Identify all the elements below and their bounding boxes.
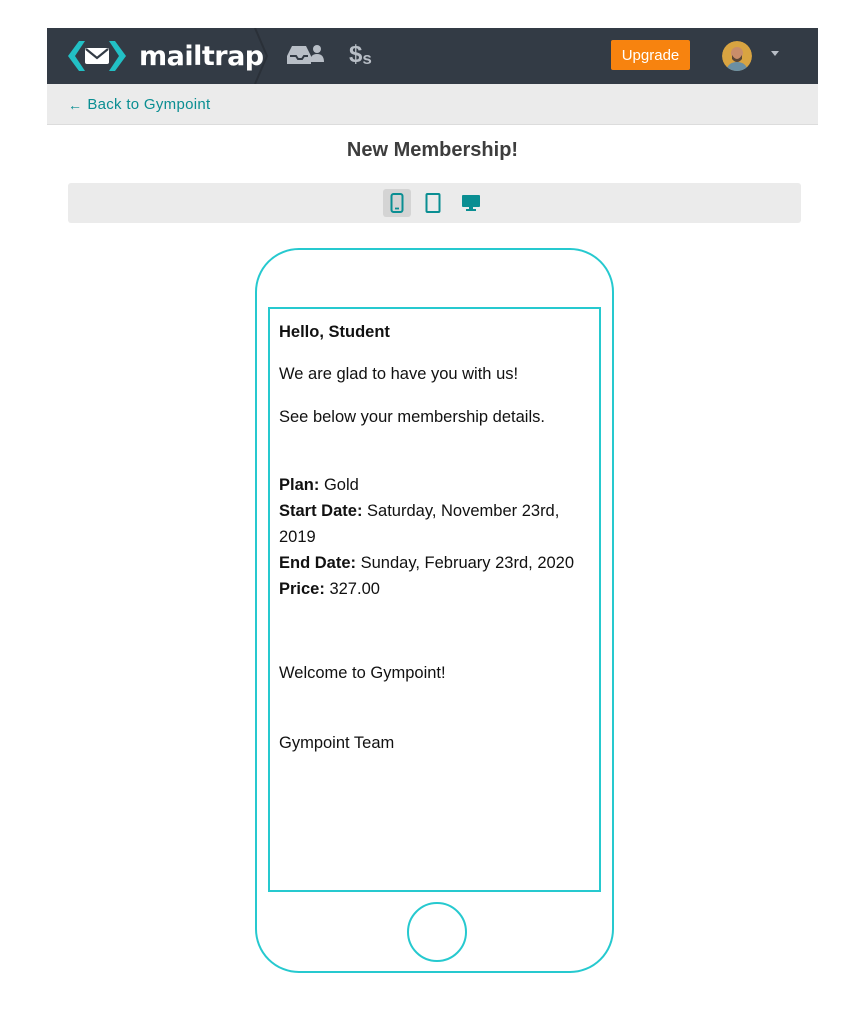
plan-label: Plan: [279,476,320,494]
nav-separator [254,28,269,84]
detail-price: Price: 327.00 [279,576,590,602]
user-avatar[interactable] [722,41,752,71]
upgrade-button[interactable]: Upgrade [611,40,690,70]
user-menu-chevron-down-icon[interactable] [771,51,779,56]
billing-dollar-glyph: $ [349,41,363,68]
tablet-view-button[interactable] [419,189,447,217]
detail-start-date: Start Date: Saturday, November 23rd, 201… [279,498,590,550]
email-line-1: We are glad to have you with us! [279,365,519,383]
start-date-label: Start Date: [279,502,363,520]
back-arrow-icon: ← [68,96,83,113]
desktop-view-button[interactable] [457,189,485,217]
mobile-icon [390,193,404,213]
mailtrap-logo[interactable]: mailtrap [65,38,270,74]
top-nav-bar: mailtrap $ s Upgrade [47,28,818,84]
tablet-icon [425,193,441,213]
membership-details: Plan: Gold Start Date: Saturday, Novembe… [279,472,590,602]
plan-value: Gold [323,476,359,494]
end-date-value: Sunday, February 23rd, 2020 [360,554,575,572]
email-greeting: Hello, Student [279,323,390,341]
logo-text: mailtrap [139,40,264,72]
detail-plan: Plan: Gold [279,472,590,498]
billing-icon[interactable]: $ s [349,38,385,72]
email-line-2: See below your membership details. [279,408,545,426]
detail-end-date: End Date: Sunday, February 23rd, 2020 [279,550,590,576]
price-label: Price: [279,580,325,598]
email-body: Hello, Student We are glad to have you w… [279,319,590,756]
page-title: New Membership! [346,139,519,161]
end-date-label: End Date: [279,554,357,572]
inbox-user-icon[interactable] [285,42,325,68]
price-value: 327.00 [329,580,380,598]
mobile-view-button[interactable] [383,189,411,217]
desktop-icon [462,195,480,211]
phone-home-button [407,902,467,962]
email-welcome: Welcome to Gympoint! [279,664,446,682]
email-preview-screen[interactable]: Hello, Student We are glad to have you w… [268,307,601,892]
mailtrap-logo-icon [68,41,126,71]
back-link-label: Back to Gympoint [87,96,211,113]
billing-dollar-small-glyph: s [362,48,372,68]
sub-nav-bar: ← Back to Gympoint [47,84,818,125]
email-signature: Gympoint Team [279,734,395,752]
back-to-gympoint-link[interactable]: ← Back to Gympoint [68,96,211,113]
device-preview-toolbar [68,183,801,223]
